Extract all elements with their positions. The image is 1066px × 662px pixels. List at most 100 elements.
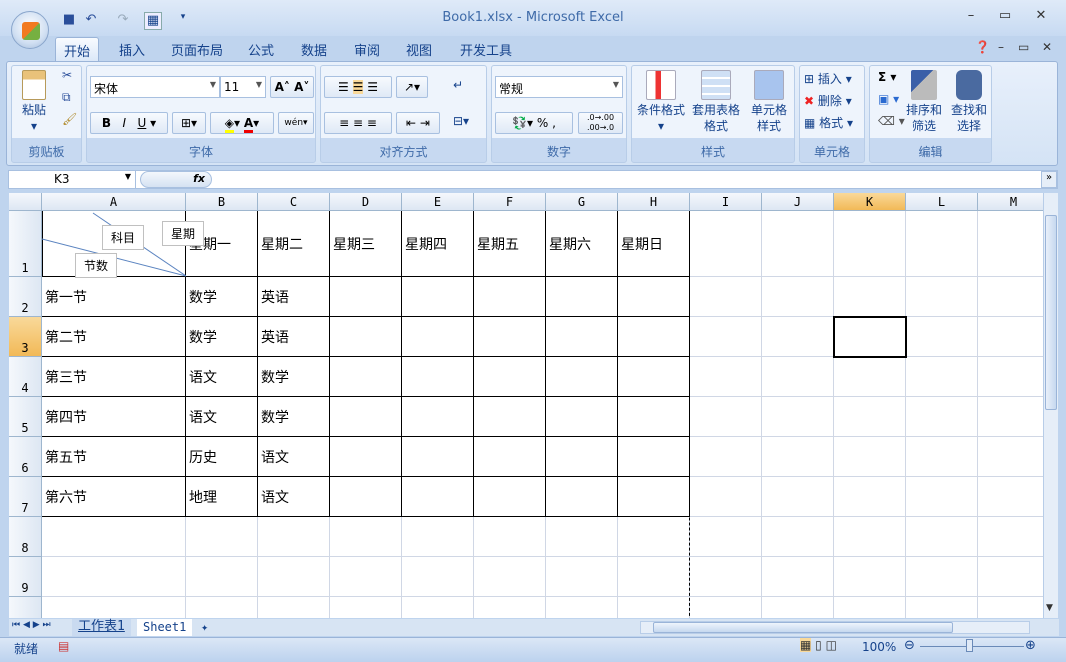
vertical-scroll-thumb[interactable] (1045, 215, 1057, 410)
column-header-L[interactable]: L (906, 193, 978, 211)
undo-icon[interactable]: ↶ (82, 12, 100, 30)
paste-button[interactable]: 粘贴 ▾ (16, 70, 52, 134)
column-header-F[interactable]: F (474, 193, 546, 211)
cell-F10[interactable] (474, 597, 546, 618)
cell-L7[interactable] (906, 477, 978, 517)
cell-L4[interactable] (906, 357, 978, 397)
column-header-C[interactable]: C (258, 193, 330, 211)
workbook-close-icon[interactable]: ✕ (1042, 40, 1052, 54)
row-header-5[interactable]: 5 (9, 397, 42, 437)
cell-H3[interactable] (618, 317, 690, 357)
cell-G8[interactable] (546, 517, 618, 557)
cell-B7[interactable]: 地理 (186, 477, 258, 517)
cell-M3[interactable] (978, 317, 1043, 357)
column-header-D[interactable]: D (330, 193, 402, 211)
format-as-table-button[interactable]: 套用表格格式 (688, 70, 744, 134)
row-header-8[interactable]: 8 (9, 517, 42, 557)
cell-H2[interactable] (618, 277, 690, 317)
cell-L6[interactable] (906, 437, 978, 477)
cell-K1[interactable] (834, 211, 906, 277)
cell-C3[interactable]: 英语 (258, 317, 330, 357)
cell-I5[interactable] (690, 397, 762, 437)
cell-G10[interactable] (546, 597, 618, 618)
cell-B9[interactable] (186, 557, 258, 597)
cell-I7[interactable] (690, 477, 762, 517)
cell-F3[interactable] (474, 317, 546, 357)
cell-H4[interactable] (618, 357, 690, 397)
row-header-9[interactable]: 9 (9, 557, 42, 597)
cell-F8[interactable] (474, 517, 546, 557)
cell-H9[interactable] (618, 557, 690, 597)
column-header-H[interactable]: H (618, 193, 690, 211)
row-header-10[interactable] (9, 597, 42, 618)
cell-A4[interactable]: 第三节 (42, 357, 186, 397)
cell-M8[interactable] (978, 517, 1043, 557)
cell-G5[interactable] (546, 397, 618, 437)
phonetic-button[interactable]: wén▾ (278, 112, 314, 134)
cell-J5[interactable] (762, 397, 834, 437)
help-icon[interactable]: ❓ (975, 40, 990, 54)
cell-I3[interactable] (690, 317, 762, 357)
cell-J3[interactable] (762, 317, 834, 357)
cell-D9[interactable] (330, 557, 402, 597)
cell-E3[interactable] (402, 317, 474, 357)
maximize-button[interactable]: ▭ (992, 8, 1018, 28)
cell-I6[interactable] (690, 437, 762, 477)
cell-E9[interactable] (402, 557, 474, 597)
cell-F5[interactable] (474, 397, 546, 437)
cell-I10[interactable] (690, 597, 762, 618)
cell-I1[interactable] (690, 211, 762, 277)
view-buttons[interactable]: ▦ ▯ ◫ (800, 638, 854, 655)
cell-F2[interactable] (474, 277, 546, 317)
sheet-tab-2[interactable]: Sheet1 (137, 619, 193, 636)
cell-G2[interactable] (546, 277, 618, 317)
cell-C4[interactable]: 数学 (258, 357, 330, 397)
cell-K5[interactable] (834, 397, 906, 437)
scroll-down-icon[interactable]: ▼ (1046, 603, 1053, 613)
cell-J9[interactable] (762, 557, 834, 597)
delete-cells-button[interactable]: ✖ 删除 ▾ (804, 92, 852, 109)
zoom-slider[interactable]: ⊖ ⊕ (904, 638, 1040, 655)
cell-A9[interactable] (42, 557, 186, 597)
column-header-I[interactable]: I (690, 193, 762, 211)
form-icon[interactable]: ▦ (144, 12, 162, 30)
cell-L10[interactable] (906, 597, 978, 618)
cell-D5[interactable] (330, 397, 402, 437)
fill-font-color-buttons[interactable]: ◈▾ A▾ (210, 112, 274, 134)
macro-record-icon[interactable]: ▤ (58, 639, 69, 653)
cell-C7[interactable]: 语文 (258, 477, 330, 517)
format-painter-icon[interactable]: 🖌 (62, 112, 77, 126)
cell-A10[interactable] (42, 597, 186, 618)
customize-qat-icon[interactable]: ▾ (174, 12, 192, 30)
font-size-dropdown[interactable]: 11 ▼ (220, 76, 266, 98)
cell-F1[interactable]: 星期五 (474, 211, 546, 277)
row-header-2[interactable]: 2 (9, 277, 42, 317)
cell-C8[interactable] (258, 517, 330, 557)
decimal-buttons[interactable]: .0→.00.00→.0 (578, 112, 623, 134)
cell-M9[interactable] (978, 557, 1043, 597)
name-box[interactable]: K3 ▼ (8, 170, 136, 189)
cell-D7[interactable] (330, 477, 402, 517)
cell-E7[interactable] (402, 477, 474, 517)
cell-A6[interactable]: 第五节 (42, 437, 186, 477)
cell-D3[interactable] (330, 317, 402, 357)
insert-sheet-icon[interactable]: ✦ (195, 619, 214, 636)
cell-F4[interactable] (474, 357, 546, 397)
cell-H1[interactable]: 星期日 (618, 211, 690, 277)
cell-K6[interactable] (834, 437, 906, 477)
cell-B4[interactable]: 语文 (186, 357, 258, 397)
cell-J2[interactable] (762, 277, 834, 317)
column-header-K[interactable]: K (834, 193, 906, 211)
cell-C5[interactable]: 数学 (258, 397, 330, 437)
tab-review[interactable]: 审阅 (346, 37, 388, 61)
cell-E1[interactable]: 星期四 (402, 211, 474, 277)
orientation-button[interactable]: ↗▾ (396, 76, 428, 98)
cell-M10[interactable] (978, 597, 1043, 618)
cell-E2[interactable] (402, 277, 474, 317)
cell-G7[interactable] (546, 477, 618, 517)
ribbon-minimize-icon[interactable]: – (998, 40, 1004, 54)
cell-M1[interactable] (978, 211, 1043, 277)
minimize-button[interactable]: – (958, 8, 984, 28)
format-cells-button[interactable]: ▦ 格式 ▾ (804, 114, 853, 131)
textbox-subject[interactable]: 科目 (102, 225, 145, 250)
